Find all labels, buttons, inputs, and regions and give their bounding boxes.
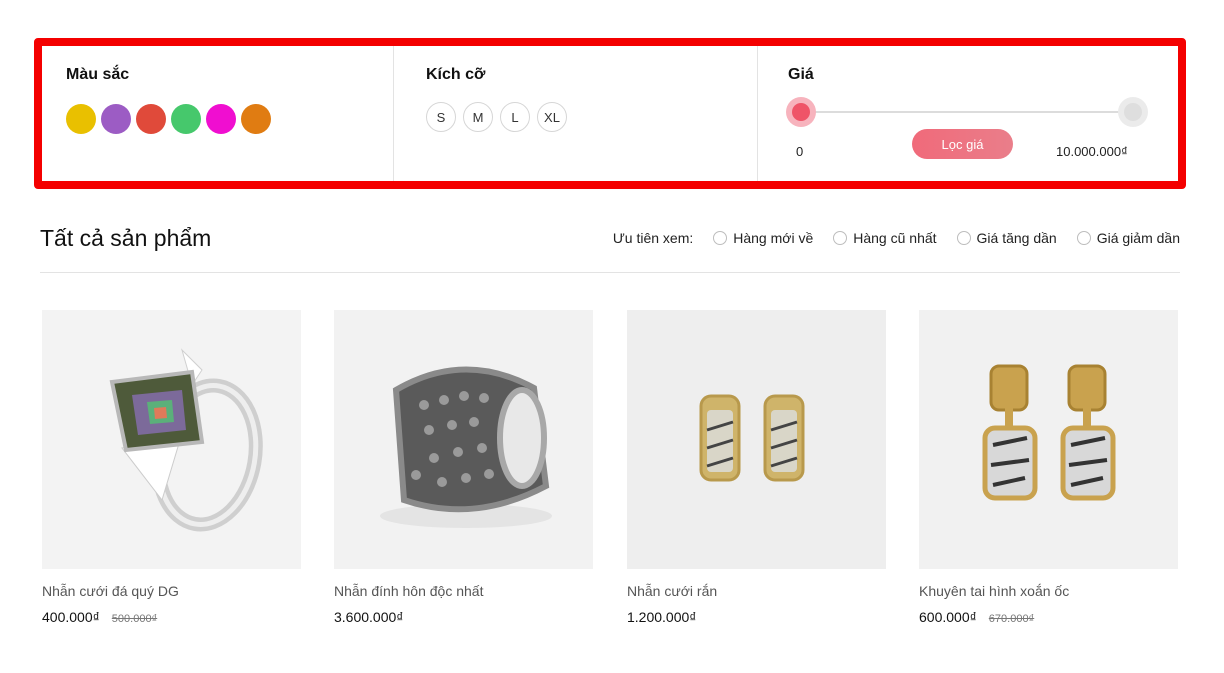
product-name[interactable]: Nhẫn đính hôn độc nhất [334, 583, 594, 599]
product-price: 3.600.000₫ [334, 609, 404, 625]
size-button-l[interactable]: L [500, 102, 530, 132]
color-swatch-orange[interactable] [241, 104, 271, 134]
product-card[interactable]: Nhẫn cưới đá quý DG 400.000₫ 500.000₫ [42, 310, 302, 625]
size-button-m[interactable]: M [463, 102, 493, 132]
size-options: S M L XL [426, 102, 567, 132]
sort-label: Ưu tiên xem: [612, 230, 694, 246]
color-filter: Màu sắc [42, 46, 394, 181]
sort-option-price-desc[interactable]: Giá giảm dần [1076, 230, 1180, 246]
price-min-label: 0 [796, 144, 804, 159]
color-swatch-purple[interactable] [101, 104, 131, 134]
sort-bar: Ưu tiên xem: Hàng mới về Hàng cũ nhất Gi… [613, 230, 1180, 246]
size-button-s[interactable]: S [426, 102, 456, 132]
price-slider-track[interactable] [798, 111, 1132, 113]
radio-icon[interactable] [956, 231, 971, 245]
product-prices: 600.000₫ 670.000₫ [919, 609, 1179, 625]
filter-price-button[interactable]: Lọc giá [912, 129, 1013, 159]
price-slider-min-handle[interactable] [786, 97, 816, 127]
sort-option-newest[interactable]: Hàng mới về [713, 230, 813, 246]
price-slider-max-handle[interactable] [1118, 97, 1148, 127]
product-prices: 400.000₫ 500.000₫ [42, 609, 302, 625]
section-divider [40, 272, 1180, 273]
size-filter: Kích cỡ S M L XL [394, 46, 758, 181]
product-prices: 1.200.000₫ [627, 609, 887, 625]
sort-option-oldest[interactable]: Hàng cũ nhất [833, 230, 937, 246]
product-name[interactable]: Khuyên tai hình xoắn ốc [919, 583, 1179, 599]
product-price: 600.000₫ [919, 609, 977, 625]
product-price: 1.200.000₫ [627, 609, 697, 625]
sort-option-label: Hàng cũ nhất [853, 230, 937, 246]
product-image-gemstone-ring[interactable] [42, 310, 301, 569]
product-price: 400.000₫ [42, 609, 100, 625]
radio-icon[interactable] [833, 231, 848, 245]
color-swatch-green[interactable] [171, 104, 201, 134]
sort-option-label: Hàng mới về [733, 230, 814, 246]
sort-option-label: Giá giảm dần [1096, 230, 1180, 246]
product-image-snake-hoops[interactable] [627, 310, 886, 569]
size-filter-title: Kích cỡ [426, 66, 486, 83]
color-swatch-yellow[interactable] [66, 104, 96, 134]
product-name[interactable]: Nhẫn cưới đá quý DG [42, 583, 302, 599]
sort-option-price-asc[interactable]: Giá tăng dần [956, 230, 1057, 246]
product-card[interactable]: Nhẫn cưới rắn 1.200.000₫ [627, 310, 887, 625]
price-filter-title: Giá [788, 66, 814, 83]
product-name[interactable]: Nhẫn cưới rắn [627, 583, 887, 599]
filter-panel: Màu sắc Kích cỡ S M L XL Giá 0 Lọc giá 1… [34, 38, 1186, 189]
radio-icon[interactable] [1076, 231, 1091, 245]
sort-option-label: Giá tăng dần [976, 230, 1057, 246]
price-filter: Giá 0 Lọc giá 10.000.000₫ [758, 46, 1178, 181]
product-image-spiral-earrings[interactable] [919, 310, 1178, 569]
product-prices: 3.600.000₫ [334, 609, 594, 625]
color-filter-title: Màu sắc [66, 66, 130, 83]
product-old-price: 500.000₫ [111, 613, 158, 625]
product-image-marcasite-ring[interactable] [334, 310, 593, 569]
product-card[interactable]: Nhẫn đính hôn độc nhất 3.600.000₫ [334, 310, 594, 625]
product-old-price: 670.000₫ [988, 613, 1035, 625]
color-swatch-magenta[interactable] [206, 104, 236, 134]
color-swatch-red[interactable] [136, 104, 166, 134]
radio-icon[interactable] [713, 231, 728, 245]
product-card[interactable]: Khuyên tai hình xoắn ốc 600.000₫ 670.000… [919, 310, 1179, 625]
color-swatches [66, 104, 271, 134]
page-title: Tất cả sản phẩm [40, 225, 212, 251]
price-max-label: 10.000.000₫ [1056, 144, 1128, 159]
size-button-xl[interactable]: XL [537, 102, 567, 132]
